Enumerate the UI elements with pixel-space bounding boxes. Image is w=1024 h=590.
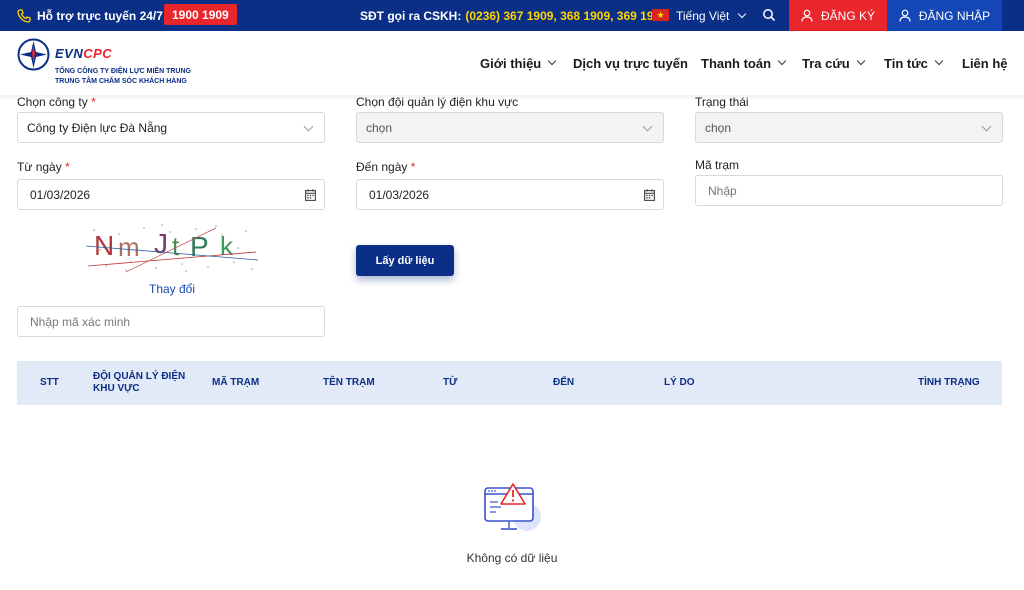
company-select[interactable]: Công ty Điện lực Đà Nẵng (17, 112, 325, 143)
language-label: Tiếng Việt (676, 8, 730, 23)
col-header-team-line2: KHU VỰC (93, 383, 140, 394)
status-select[interactable]: chọn (695, 112, 1003, 143)
required-mark: * (65, 160, 70, 174)
nav-label: Tra cứu (802, 55, 850, 71)
from-date-label: Từ ngày * (17, 160, 70, 174)
to-date-value: 01/03/2026 (369, 187, 430, 202)
calendar-icon[interactable] (644, 189, 655, 201)
station-code-label: Mã trạm (695, 158, 740, 172)
chevron-down-icon (934, 56, 944, 66)
col-header-from: TỪ (443, 377, 458, 388)
chevron-down-icon (303, 121, 314, 132)
chevron-down-icon (548, 56, 557, 66)
user-icon (801, 9, 813, 22)
col-header-team: ĐỘI QUẢN LÝ ĐIỆN KHU VỰC (93, 371, 185, 395)
chevron-down-icon (738, 9, 747, 18)
register-button[interactable]: ĐĂNG KÝ (789, 0, 887, 31)
no-data-warning-icon (481, 481, 543, 537)
chevron-down-icon (777, 56, 787, 66)
phone-icon (17, 8, 31, 23)
cskh-label: SĐT gọi ra CSKH: (360, 8, 462, 23)
login-label: ĐĂNG NHẬP (918, 8, 991, 23)
chevron-down-icon (981, 121, 992, 132)
nav-item-tra-cuu[interactable]: Tra cứu (802, 31, 865, 95)
empty-state-text: Không có dữ liệu (466, 551, 558, 565)
logo-subtitle-2: TRUNG TÂM CHĂM SÓC KHÁCH HÀNG (55, 78, 187, 85)
logo-evn: EVN (55, 46, 84, 61)
support-label: Hỗ trợ trực tuyến 24/7: (37, 8, 167, 23)
required-mark: * (410, 160, 416, 174)
cskh-numbers: (0236) 367 1909, 368 1909, 369 1909 (465, 8, 667, 23)
results-table-header: STT ĐỘI QUẢN LÝ ĐIỆN KHU VỰC MÃ TRẠM TÊN… (17, 361, 1002, 405)
captcha-refresh-link[interactable]: Thay đổi (149, 282, 195, 296)
team-select[interactable]: chọn (356, 112, 664, 143)
captcha-input-placeholder: Nhập mã xác minh (30, 314, 131, 329)
nav-label: Liên hệ (962, 55, 1008, 71)
team-select-value: chọn (366, 120, 393, 135)
col-header-team-line1: ĐỘI QUẢN LÝ ĐIỆN (93, 371, 186, 382)
nav-label: Tin tức (884, 55, 928, 71)
company-label: Chọn công ty * (17, 95, 96, 109)
col-header-to: ĐẾN (553, 377, 575, 388)
team-label: Chọn đội quản lý điện khu vực (356, 95, 519, 109)
to-date-label-text: Đến ngày (356, 160, 408, 174)
station-code-input[interactable]: Nhập (695, 175, 1003, 206)
login-button[interactable]: ĐĂNG NHẬP (887, 0, 1002, 31)
captcha-input[interactable]: Nhập mã xác minh (17, 306, 325, 337)
nav-label: Dịch vụ trực tuyến (573, 55, 688, 71)
calendar-icon[interactable] (305, 189, 316, 201)
captcha-char: k (220, 231, 234, 261)
company-label-text: Chọn công ty (17, 95, 88, 109)
nav-label: Giới thiệu (480, 55, 542, 71)
col-header-station-code: MÃ TRẠM (212, 377, 260, 388)
col-header-status: TÌNH TRẠNG (918, 377, 980, 388)
status-select-value: chọn (705, 120, 732, 135)
to-date-input[interactable]: 01/03/2026 (356, 179, 664, 210)
support-info: Hỗ trợ trực tuyến 24/7: (17, 0, 167, 31)
nav-item-tin-tuc[interactable]: Tin tức (884, 31, 944, 95)
col-header-station-name: TÊN TRẠM (323, 377, 375, 388)
nav-item-lien-he[interactable]: Liên hệ (962, 31, 1008, 95)
logo-cpc: CPC (83, 46, 113, 61)
from-date-input[interactable]: 01/03/2026 (17, 179, 325, 210)
captcha-char: J (154, 228, 168, 259)
logo-wordmark[interactable]: EVNCPC (55, 46, 112, 61)
nav-item-gioi-thieu[interactable]: Giới thiệu (480, 31, 557, 95)
station-code-placeholder: Nhập (708, 183, 737, 198)
to-date-label: Đến ngày * (356, 160, 415, 174)
vietnam-flag-icon: ★ (652, 9, 669, 21)
top-bar: Hỗ trợ trực tuyến 24/7: 1900 1909 SĐT gọ… (0, 0, 1024, 31)
captcha-char: N (94, 230, 114, 261)
main-header: EVNCPC TỔNG CÔNG TY ĐIỆN LỰC MIỀN TRUNG … (0, 31, 1024, 95)
required-mark: * (91, 95, 96, 109)
chevron-down-icon (856, 56, 865, 66)
evncpc-logo-icon[interactable] (17, 38, 50, 71)
captcha-image: N m J t P k (85, 222, 259, 274)
from-date-value: 01/03/2026 (30, 187, 91, 202)
company-select-value: Công ty Điện lực Đà Nẵng (27, 120, 168, 135)
get-data-button[interactable]: Lấy dữ liệu (356, 245, 454, 276)
logo-subtitle-1: TỔNG CÔNG TY ĐIỆN LỰC MIỀN TRUNG (55, 68, 191, 75)
register-label: ĐĂNG KÝ (820, 8, 875, 23)
cskh-info: SĐT gọi ra CSKH: (0236) 367 1909, 368 19… (360, 0, 667, 31)
chevron-down-icon (642, 121, 653, 132)
captcha-char: m (118, 232, 140, 262)
status-label: Trạng thái (695, 95, 749, 109)
col-header-stt: STT (40, 377, 59, 388)
language-selector[interactable]: Tiếng Việt (676, 0, 747, 31)
nav-item-thanh-toan[interactable]: Thanh toán (701, 31, 787, 95)
from-date-label-text: Từ ngày (17, 160, 62, 174)
col-header-reason: LÝ DO (664, 377, 695, 388)
hotline-badge[interactable]: 1900 1909 (164, 4, 237, 25)
search-icon[interactable] (762, 8, 776, 22)
nav-label: Thanh toán (701, 55, 772, 71)
nav-item-dich-vu[interactable]: Dịch vụ trực tuyến (573, 31, 688, 95)
user-icon (899, 9, 911, 22)
